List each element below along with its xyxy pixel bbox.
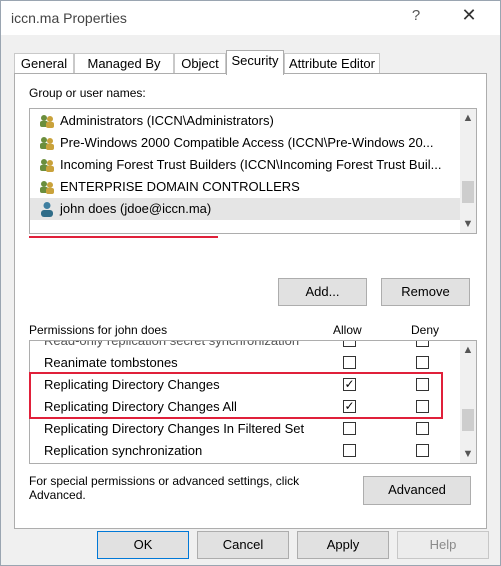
deny-checkbox[interactable] bbox=[416, 444, 429, 457]
deny-checkbox[interactable] bbox=[416, 422, 429, 435]
advanced-button[interactable]: Advanced bbox=[363, 476, 471, 505]
close-icon[interactable]: ✕ bbox=[456, 5, 482, 27]
permission-row: Replicating Directory Changes In Filtere… bbox=[30, 418, 462, 440]
principal-name: Administrators (ICCN\Administrators) bbox=[60, 113, 274, 128]
advanced-hint: For special permissions or advanced sett… bbox=[29, 474, 300, 502]
underline-annotation bbox=[29, 236, 218, 238]
principal-name: ENTERPRISE DOMAIN CONTROLLERS bbox=[60, 179, 300, 194]
deny-header: Deny bbox=[411, 323, 440, 337]
group-icon bbox=[40, 115, 54, 128]
properties-dialog: iccn.ma Properties ? ✕ General Managed B… bbox=[0, 0, 501, 566]
tab-security[interactable]: Security bbox=[226, 50, 284, 75]
window-title: iccn.ma Properties bbox=[11, 10, 127, 26]
tab-managed-by[interactable]: Managed By bbox=[74, 53, 174, 74]
principal-name: Pre-Windows 2000 Compatible Access (ICCN… bbox=[60, 135, 434, 150]
user-icon bbox=[41, 202, 53, 217]
highlight-annotation bbox=[29, 372, 443, 419]
help-icon[interactable]: ? bbox=[406, 7, 426, 24]
permission-row: Read-only replication secret synchroniza… bbox=[30, 340, 462, 352]
tab-attribute-editor[interactable]: Attribute Editor bbox=[284, 53, 380, 74]
security-panel: Group or user names: Administrators (ICC… bbox=[14, 73, 487, 529]
list-item[interactable]: ENTERPRISE DOMAIN CONTROLLERS bbox=[30, 176, 462, 198]
apply-button[interactable]: Apply bbox=[297, 531, 389, 559]
permission-name: Reanimate tombstones bbox=[44, 355, 178, 370]
scroll-up-icon[interactable]: ▲ bbox=[460, 109, 476, 127]
scroll-down-icon[interactable]: ▼ bbox=[460, 215, 476, 233]
list-item[interactable]: Administrators (ICCN\Administrators) bbox=[30, 110, 462, 132]
allow-checkbox[interactable] bbox=[343, 341, 356, 347]
principal-list[interactable]: Administrators (ICCN\Administrators) Pre… bbox=[29, 108, 477, 234]
list-item-selected[interactable]: john does (jdoe@iccn.ma) bbox=[30, 198, 462, 220]
principal-name: john does (jdoe@iccn.ma) bbox=[60, 201, 212, 216]
permission-row: Reanimate tombstones bbox=[30, 352, 462, 374]
scroll-up-icon[interactable]: ▲ bbox=[460, 341, 476, 359]
title-bar: iccn.ma Properties ? ✕ bbox=[1, 1, 500, 35]
group-label: Group or user names: bbox=[29, 86, 146, 100]
permissions-label: Permissions for john does bbox=[29, 323, 168, 337]
allow-header: Allow bbox=[333, 323, 362, 337]
add-button[interactable]: Add... bbox=[278, 278, 367, 306]
list-item[interactable]: Pre-Windows 2000 Compatible Access (ICCN… bbox=[30, 132, 462, 154]
permission-row: Replication synchronization bbox=[30, 440, 462, 462]
scroll-thumb[interactable] bbox=[462, 409, 474, 431]
permission-scrollbar[interactable]: ▲ ▼ bbox=[460, 341, 476, 463]
help-button[interactable]: Help bbox=[397, 531, 489, 559]
scroll-down-icon[interactable]: ▼ bbox=[460, 445, 476, 463]
principal-scrollbar[interactable]: ▲ ▼ bbox=[460, 109, 476, 233]
principal-name: Incoming Forest Trust Builders (ICCN\Inc… bbox=[60, 157, 442, 172]
scroll-thumb[interactable] bbox=[462, 181, 474, 203]
dialog-body: General Managed By Object Security Attri… bbox=[1, 35, 500, 565]
permission-name: Replicating Directory Changes In Filtere… bbox=[44, 421, 305, 436]
allow-checkbox[interactable] bbox=[343, 422, 356, 435]
group-icon bbox=[40, 137, 54, 150]
deny-checkbox[interactable] bbox=[416, 341, 429, 347]
group-icon bbox=[40, 159, 54, 172]
tab-general[interactable]: General bbox=[14, 53, 74, 74]
ok-button[interactable]: OK bbox=[97, 531, 189, 559]
permission-name: Read-only replication secret synchroniza… bbox=[44, 340, 300, 348]
permission-name: Replication synchronization bbox=[44, 443, 203, 458]
deny-checkbox[interactable] bbox=[416, 356, 429, 369]
allow-checkbox[interactable] bbox=[343, 356, 356, 369]
list-item[interactable]: Incoming Forest Trust Builders (ICCN\Inc… bbox=[30, 154, 462, 176]
tab-object[interactable]: Object bbox=[174, 53, 226, 74]
cancel-button[interactable]: Cancel bbox=[197, 531, 289, 559]
group-icon bbox=[40, 181, 54, 194]
allow-checkbox[interactable] bbox=[343, 444, 356, 457]
remove-button[interactable]: Remove bbox=[381, 278, 470, 306]
